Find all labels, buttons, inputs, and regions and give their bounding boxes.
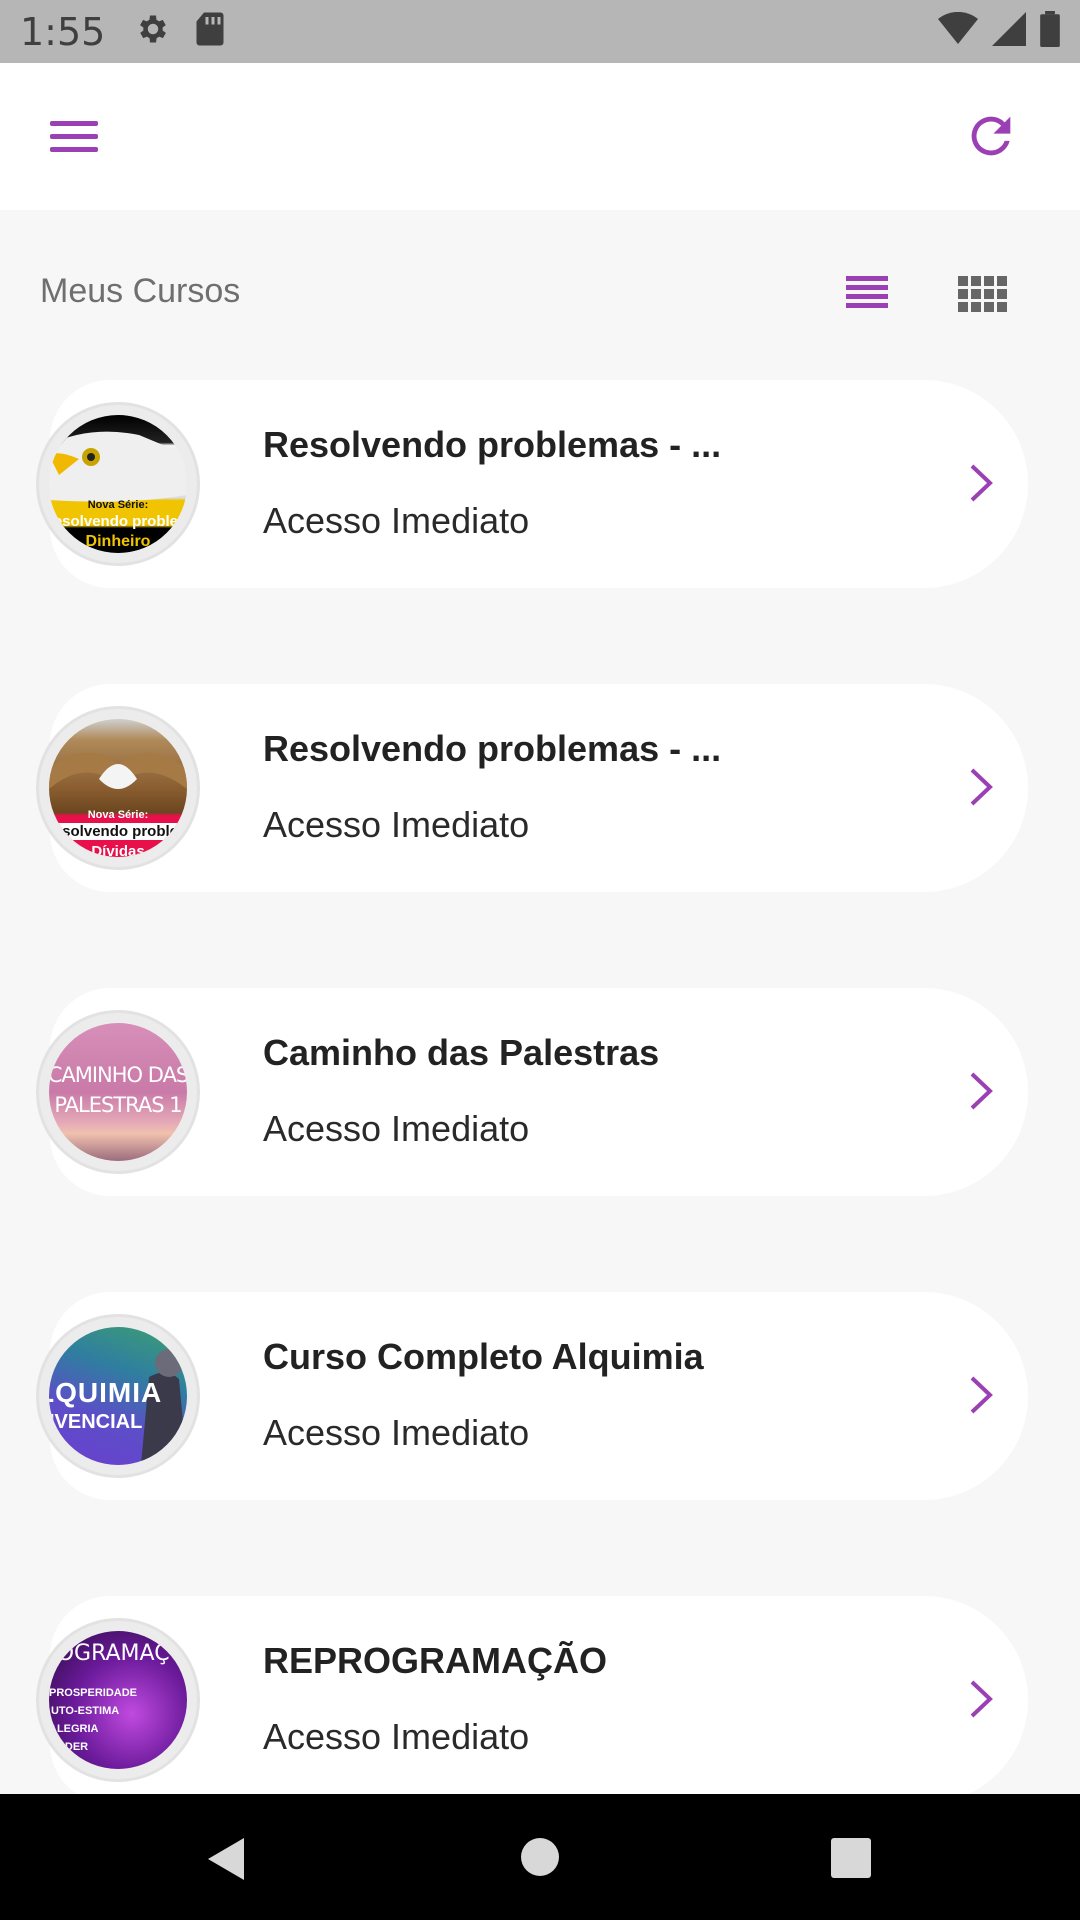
thumb-label: ALQUIMIA bbox=[49, 1377, 163, 1408]
thumb-label: AUTO-ESTIMA bbox=[49, 1705, 120, 1717]
thumb-label: Nova Série: bbox=[87, 809, 149, 821]
chevron-right-icon[interactable] bbox=[966, 1374, 996, 1416]
course-title: REPROGRAMAÇÃO bbox=[263, 1640, 608, 1681]
course-thumbnail: REPROGRAMAÇÕES PROSPERIDADE AUTO-ESTIMA … bbox=[36, 1618, 200, 1782]
thumb-label: Dívidas bbox=[91, 843, 145, 857]
wifi-icon bbox=[938, 11, 978, 51]
course-title: Resolvendo problemas - ... bbox=[263, 728, 722, 769]
status-time: 1:55 bbox=[20, 9, 106, 54]
chevron-right-icon[interactable] bbox=[966, 1070, 996, 1112]
course-status: Acesso Imediato bbox=[263, 804, 530, 845]
thumb-label: VIVENCIAL bbox=[49, 1411, 143, 1433]
course-thumbnail: Nova Série: Resolvendo problemas Dinheir… bbox=[36, 402, 200, 566]
course-thumbnail: Nova Série: Resolvendo problemas Dívidas bbox=[36, 706, 200, 870]
recents-square-icon[interactable] bbox=[831, 1838, 871, 1878]
thumb-label: PALESTRAS 1 bbox=[54, 1093, 182, 1117]
chevron-right-icon[interactable] bbox=[966, 1678, 996, 1720]
thumb-label: Resolvendo problemas bbox=[49, 513, 187, 530]
battery-icon bbox=[1040, 11, 1060, 52]
signal-icon bbox=[992, 12, 1026, 51]
grid-view-icon[interactable] bbox=[956, 274, 1012, 316]
chevron-right-icon[interactable] bbox=[966, 766, 996, 808]
thumb-label: ALEGRIA bbox=[49, 1723, 99, 1735]
course-title: Curso Completo Alquimia bbox=[263, 1336, 704, 1377]
thumb-label: Nova Série: bbox=[87, 499, 149, 511]
thumb-label: CAMINHO DAS bbox=[49, 1063, 187, 1087]
section-header: Meus Cursos bbox=[0, 262, 1080, 328]
course-thumbnail: ALQUIMIA VIVENCIAL bbox=[36, 1314, 200, 1478]
course-status: Acesso Imediato bbox=[263, 1716, 530, 1757]
app-screen: 1:55 Meus Cursos Nova Série: Resolvendo … bbox=[0, 0, 1080, 1920]
page-title: Meus Cursos bbox=[40, 272, 241, 310]
course-title: Caminho das Palestras bbox=[263, 1032, 660, 1073]
list-view-icon[interactable] bbox=[842, 274, 890, 314]
course-status: Acesso Imediato bbox=[263, 1412, 530, 1453]
course-status: Acesso Imediato bbox=[263, 500, 530, 541]
thumb-label: PODER bbox=[49, 1741, 89, 1753]
course-status: Acesso Imediato bbox=[263, 1108, 530, 1149]
thumb-label: Resolvendo problemas bbox=[49, 823, 187, 840]
thumb-label: REPROGRAMAÇÕES bbox=[49, 1641, 187, 1666]
app-bar bbox=[0, 63, 1080, 210]
system-nav-bar bbox=[0, 1794, 1080, 1920]
chevron-right-icon[interactable] bbox=[966, 462, 996, 504]
course-title: Resolvendo problemas - ... bbox=[263, 424, 722, 465]
back-triangle-icon[interactable] bbox=[206, 1836, 246, 1887]
sd-card-icon bbox=[195, 11, 225, 52]
course-thumbnail: CAMINHO DAS PALESTRAS 1 bbox=[36, 1010, 200, 1174]
status-bar: 1:55 bbox=[0, 0, 1080, 63]
thumb-label: Dinheiro bbox=[85, 533, 151, 550]
thumb-label: PROSPERIDADE bbox=[49, 1687, 138, 1699]
settings-icon bbox=[135, 11, 171, 52]
hamburger-menu-icon[interactable] bbox=[42, 111, 106, 163]
home-circle-icon[interactable] bbox=[521, 1838, 559, 1876]
refresh-icon[interactable] bbox=[962, 107, 1020, 165]
